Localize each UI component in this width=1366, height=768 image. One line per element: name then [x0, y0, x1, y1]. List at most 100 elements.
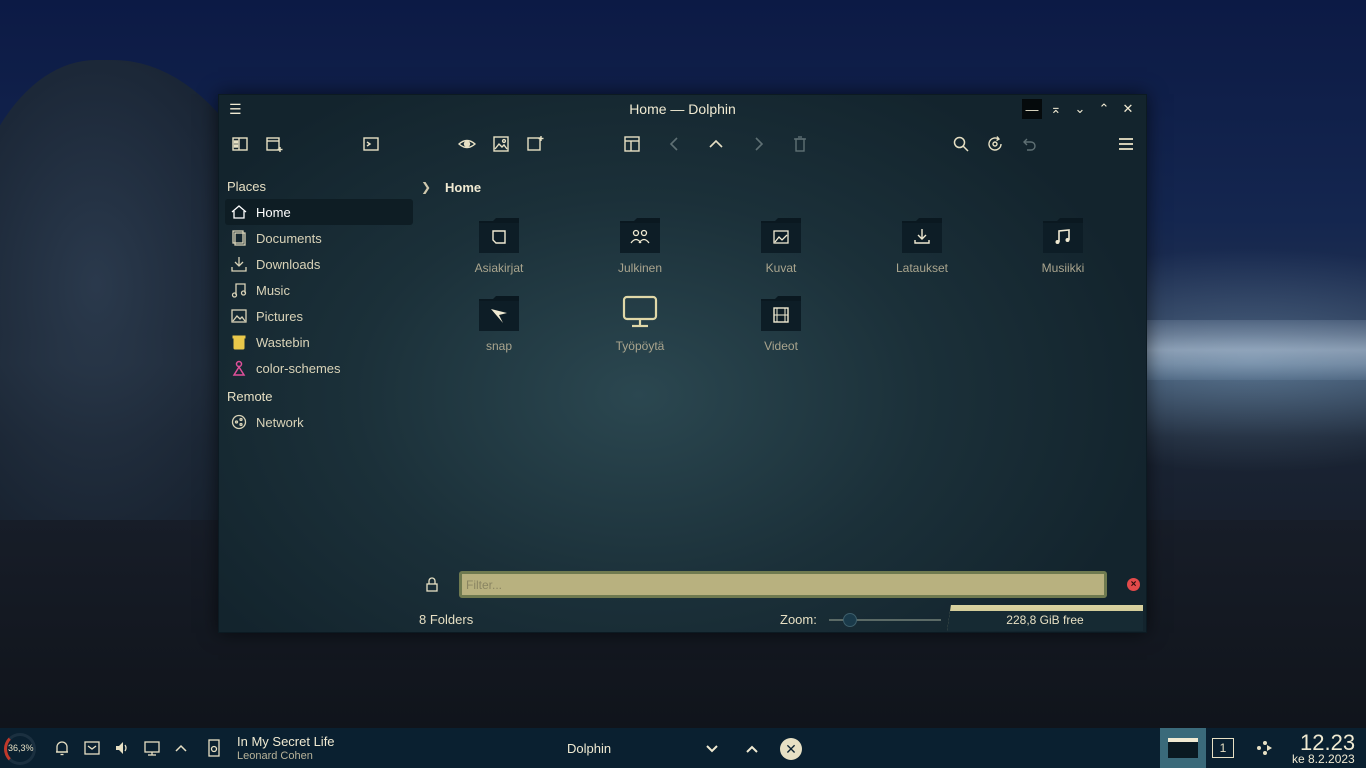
- folder-item[interactable]: Musiikki: [1003, 215, 1123, 285]
- downloads-icon: [231, 256, 247, 272]
- media-track-title[interactable]: In My Secret Life: [237, 734, 335, 749]
- folder-label: Kuvat: [765, 261, 797, 275]
- virtual-desktop-pager[interactable]: 1: [1212, 738, 1234, 758]
- folder-item[interactable]: snap: [439, 293, 559, 363]
- preview-eye-icon[interactable]: [452, 129, 482, 159]
- terminal-icon[interactable]: [356, 129, 386, 159]
- breadcrumb: ❯ Home: [419, 177, 481, 197]
- back-icon[interactable]: [660, 129, 690, 159]
- task-window-name[interactable]: Dolphin: [567, 741, 611, 756]
- music-folder-icon: [1041, 215, 1085, 255]
- music-icon: [231, 282, 247, 298]
- media-track-artist: Leonard Cohen: [237, 750, 313, 762]
- pictures-icon: [231, 308, 247, 324]
- split-view-icon[interactable]: [225, 129, 255, 159]
- places-section-title: Places: [227, 179, 267, 194]
- new-window-icon[interactable]: [259, 129, 289, 159]
- videos-folder-icon: [759, 293, 803, 333]
- breadcrumb-home[interactable]: Home: [445, 180, 481, 195]
- folder-label: Julkinen: [617, 261, 663, 275]
- chevron-right-icon[interactable]: ❯: [421, 180, 435, 194]
- sidebar-item-label: Pictures: [256, 308, 303, 324]
- folder-count-status: 8 Folders: [419, 612, 474, 627]
- sidebar-item-label: Documents: [256, 230, 322, 246]
- undo-icon[interactable]: [1014, 129, 1044, 159]
- sidebar-item-documents[interactable]: Documents: [225, 225, 413, 251]
- folder-item[interactable]: Kuvat: [721, 215, 841, 285]
- free-space-indicator[interactable]: 228,8 GiB free: [947, 605, 1143, 631]
- sidebar-item-label: Music: [256, 282, 290, 298]
- forward-icon[interactable]: [743, 129, 773, 159]
- tray-expand-icon[interactable]: [171, 738, 191, 758]
- taskbar: 36,3% In My Secret Life Leonard Cohen Do…: [0, 728, 1366, 768]
- folder-label: Lataukset: [895, 261, 949, 275]
- folder-label: snap: [485, 339, 513, 353]
- task-minimize-icon[interactable]: [701, 738, 723, 760]
- folder-item[interactable]: Videot: [721, 293, 841, 363]
- sidebar-item-downloads[interactable]: Downloads: [225, 251, 413, 277]
- window-menu-icon[interactable]: ☰: [229, 101, 245, 117]
- folder-item[interactable]: Julkinen: [580, 215, 700, 285]
- sidebar-item-label: Downloads: [256, 256, 321, 272]
- folder-label: Asiakirjat: [474, 261, 524, 275]
- view-layout-icon[interactable]: [617, 129, 647, 159]
- close-button[interactable]: ✕: [1118, 99, 1138, 119]
- volume-icon[interactable]: [112, 738, 132, 758]
- minimize-button[interactable]: —: [1022, 99, 1042, 119]
- window-controls: — ⌅ ⌄ ⌃ ✕: [1022, 99, 1138, 119]
- sidebar-item-wastebin[interactable]: Wastebin: [225, 329, 413, 355]
- zoom-label: Zoom:: [780, 612, 817, 627]
- sidebar-item-label: color-schemes: [256, 360, 341, 376]
- active-window-indicator[interactable]: [1160, 728, 1206, 768]
- downloads-folder-icon: [900, 215, 944, 255]
- task-maximize-icon[interactable]: [741, 738, 763, 760]
- trash-toolbar-icon[interactable]: [785, 129, 815, 159]
- window-thumbnail-icon: [1168, 738, 1198, 758]
- media-player-icon[interactable]: [204, 738, 224, 758]
- places-panel: Places Home Documents Downloads Music Pi…: [225, 179, 413, 435]
- folder-label: Musiikki: [1041, 261, 1085, 275]
- pictures-folder-icon: [759, 215, 803, 255]
- task-close-icon[interactable]: ✕: [780, 738, 802, 760]
- folder-item[interactable]: Asiakirjat: [439, 215, 559, 285]
- wallpaper-sea: [1120, 320, 1366, 380]
- folder-item[interactable]: Lataukset: [862, 215, 982, 285]
- shade-button[interactable]: ⌄: [1070, 99, 1090, 119]
- folder-label: Työpöytä: [615, 339, 665, 353]
- lock-icon[interactable]: [424, 577, 440, 593]
- clipboard-icon[interactable]: [82, 738, 102, 758]
- sidebar-item-pictures[interactable]: Pictures: [225, 303, 413, 329]
- zoom-slider-handle[interactable]: [843, 613, 857, 627]
- sidebar-item-label: Wastebin: [256, 334, 310, 350]
- filter-input[interactable]: [459, 571, 1107, 598]
- title-bar[interactable]: ☰ Home — Dolphin — ⌅ ⌄ ⌃ ✕: [219, 95, 1146, 123]
- sidebar-item-home[interactable]: Home: [225, 199, 413, 225]
- notifications-icon[interactable]: [52, 738, 72, 758]
- image-icon[interactable]: [486, 129, 516, 159]
- document-folder-icon: [477, 215, 521, 255]
- up-icon[interactable]: [701, 129, 731, 159]
- search-icon[interactable]: [946, 129, 976, 159]
- sidebar-item-label: Network: [256, 414, 304, 430]
- folder-item[interactable]: Työpöytä: [580, 293, 700, 363]
- home-icon: [231, 204, 247, 220]
- new-tab-icon[interactable]: [520, 129, 550, 159]
- folder-label: Videot: [764, 339, 798, 353]
- hamburger-menu-icon[interactable]: [1111, 129, 1141, 159]
- clock-date: ke 8.2.2023: [1292, 752, 1355, 766]
- sidebar-item-network[interactable]: Network: [225, 409, 413, 435]
- reload-icon[interactable]: [980, 129, 1010, 159]
- trash-icon: [231, 334, 247, 350]
- sidebar-item-music[interactable]: Music: [225, 277, 413, 303]
- sidebar-item-color-schemes[interactable]: color-schemes: [225, 355, 413, 381]
- maximize-button[interactable]: ⌃: [1094, 99, 1114, 119]
- main-toolbar: [219, 129, 1146, 161]
- kde-connect-icon[interactable]: [1254, 738, 1274, 758]
- display-icon[interactable]: [142, 738, 162, 758]
- keep-above-button[interactable]: ⌅: [1046, 99, 1066, 119]
- color-schemes-icon: [231, 360, 247, 376]
- dolphin-window: ☰ Home — Dolphin — ⌅ ⌄ ⌃ ✕ Places Home D…: [218, 94, 1147, 633]
- public-folder-icon: [618, 215, 662, 255]
- clear-filter-icon[interactable]: ×: [1127, 578, 1140, 591]
- status-bar: 8 Folders Zoom: 228,8 GiB free: [219, 603, 1146, 633]
